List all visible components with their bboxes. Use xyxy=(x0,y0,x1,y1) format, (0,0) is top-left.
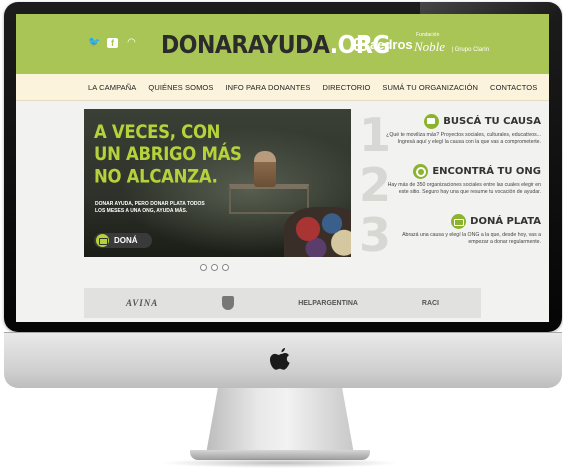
partner-avina[interactable]: AVINA xyxy=(126,298,158,308)
nav-item-contactos[interactable]: CONTACTOS xyxy=(484,83,543,92)
step-title: BUSCÁ TU CAUSA xyxy=(424,114,541,129)
nav-item-info-donantes[interactable]: INFO PARA DONANTES xyxy=(219,83,316,92)
twitter-icon[interactable]: 🐦 xyxy=(88,38,100,48)
slider-dot-2[interactable] xyxy=(211,264,218,271)
nav-item-quienes-somos[interactable]: QUIÉNES SOMOS xyxy=(142,83,219,92)
partner-helpargentina[interactable]: HELPARGENTINA xyxy=(298,300,358,307)
logo-text: DONARAYUDA xyxy=(161,31,330,60)
photo-clothes-pile xyxy=(284,207,351,257)
partner-2-name: Noble xyxy=(414,39,446,54)
slider-dot-3[interactable] xyxy=(222,264,229,271)
apple-logo-icon xyxy=(270,348,290,370)
photo-table xyxy=(229,184,309,214)
hero-headline: A VECES, CON UN ABRIGO MÁS NO ALCANZA. xyxy=(94,121,242,188)
dona-button[interactable]: DONÁ xyxy=(94,233,152,248)
facebook-icon[interactable]: f xyxy=(107,38,118,48)
partner-1-label: aedros xyxy=(370,37,413,52)
magnifier-icon xyxy=(413,164,429,179)
partners-strip: AVINA HELPARGENTINA RACI xyxy=(84,288,481,318)
step-title-text: BUSCÁ TU CAUSA xyxy=(443,116,541,127)
partner-raci[interactable]: RACI xyxy=(422,300,439,307)
nav-item-la-campana[interactable]: LA CAMPAÑA xyxy=(82,83,142,92)
dona-button-label: DONÁ xyxy=(114,236,138,245)
imac-mockup: 🐦 f ◠ DONARAYUDA.ORG aedros Fundación No… xyxy=(0,0,563,471)
donate-icon xyxy=(96,234,109,247)
step-text: Hay más de 350 organizaciones sociales e… xyxy=(387,182,541,195)
step-title: ENCONTRÁ TU ONG xyxy=(413,164,541,179)
hero-slider[interactable]: A VECES, CON UN ABRIGO MÁS NO ALCANZA. D… xyxy=(84,109,351,257)
rss-icon[interactable]: ◠ xyxy=(126,38,137,48)
nav-item-suma-organizacion[interactable]: SUMÁ TU ORGANIZACIÓN xyxy=(376,83,484,92)
step-text: ¿Qué te moviliza más? Proyectos sociales… xyxy=(386,132,541,145)
step-text: Abrazá una causa y elegí la ONG a la que… xyxy=(402,232,541,245)
social-links: 🐦 f ◠ xyxy=(88,38,137,48)
step-title-text: ENCONTRÁ TU ONG xyxy=(432,166,541,177)
monitor-icon xyxy=(424,114,440,129)
partner-logo-noble[interactable]: Fundación Noble | Grupo Clarín xyxy=(414,32,489,56)
steps-panel: 1 BUSCÁ TU CAUSA ¿Qué te moviliza más? P… xyxy=(359,112,541,262)
step-title: DONÁ PLATA xyxy=(451,214,541,229)
main-nav: LA CAMPAÑA QUIÉNES SOMOS INFO PARA DONAN… xyxy=(16,74,549,101)
crest-icon[interactable] xyxy=(222,296,235,310)
slider-dot-1[interactable] xyxy=(200,264,207,271)
partner-2-group: | Grupo Clarín xyxy=(451,47,490,53)
step-title-text: DONÁ PLATA xyxy=(470,216,541,227)
plus-icon xyxy=(354,38,367,51)
floor-shadow xyxy=(160,458,400,468)
site-header: 🐦 f ◠ DONARAYUDA.ORG aedros Fundación No… xyxy=(16,14,549,74)
website-screen: 🐦 f ◠ DONARAYUDA.ORG aedros Fundación No… xyxy=(16,14,549,322)
monitor-stand xyxy=(206,388,354,454)
partner-logo-aedros[interactable]: aedros xyxy=(354,37,413,52)
hero-subtext: DONAR AYUDA, PERO DONAR PLATA TODOS LOS … xyxy=(95,201,205,214)
donate-icon xyxy=(451,214,467,229)
partner-2-small: Fundación xyxy=(416,32,440,38)
photo-person xyxy=(254,151,276,187)
slider-pagination xyxy=(200,264,229,271)
nav-item-directorio[interactable]: DIRECTORIO xyxy=(316,83,376,92)
